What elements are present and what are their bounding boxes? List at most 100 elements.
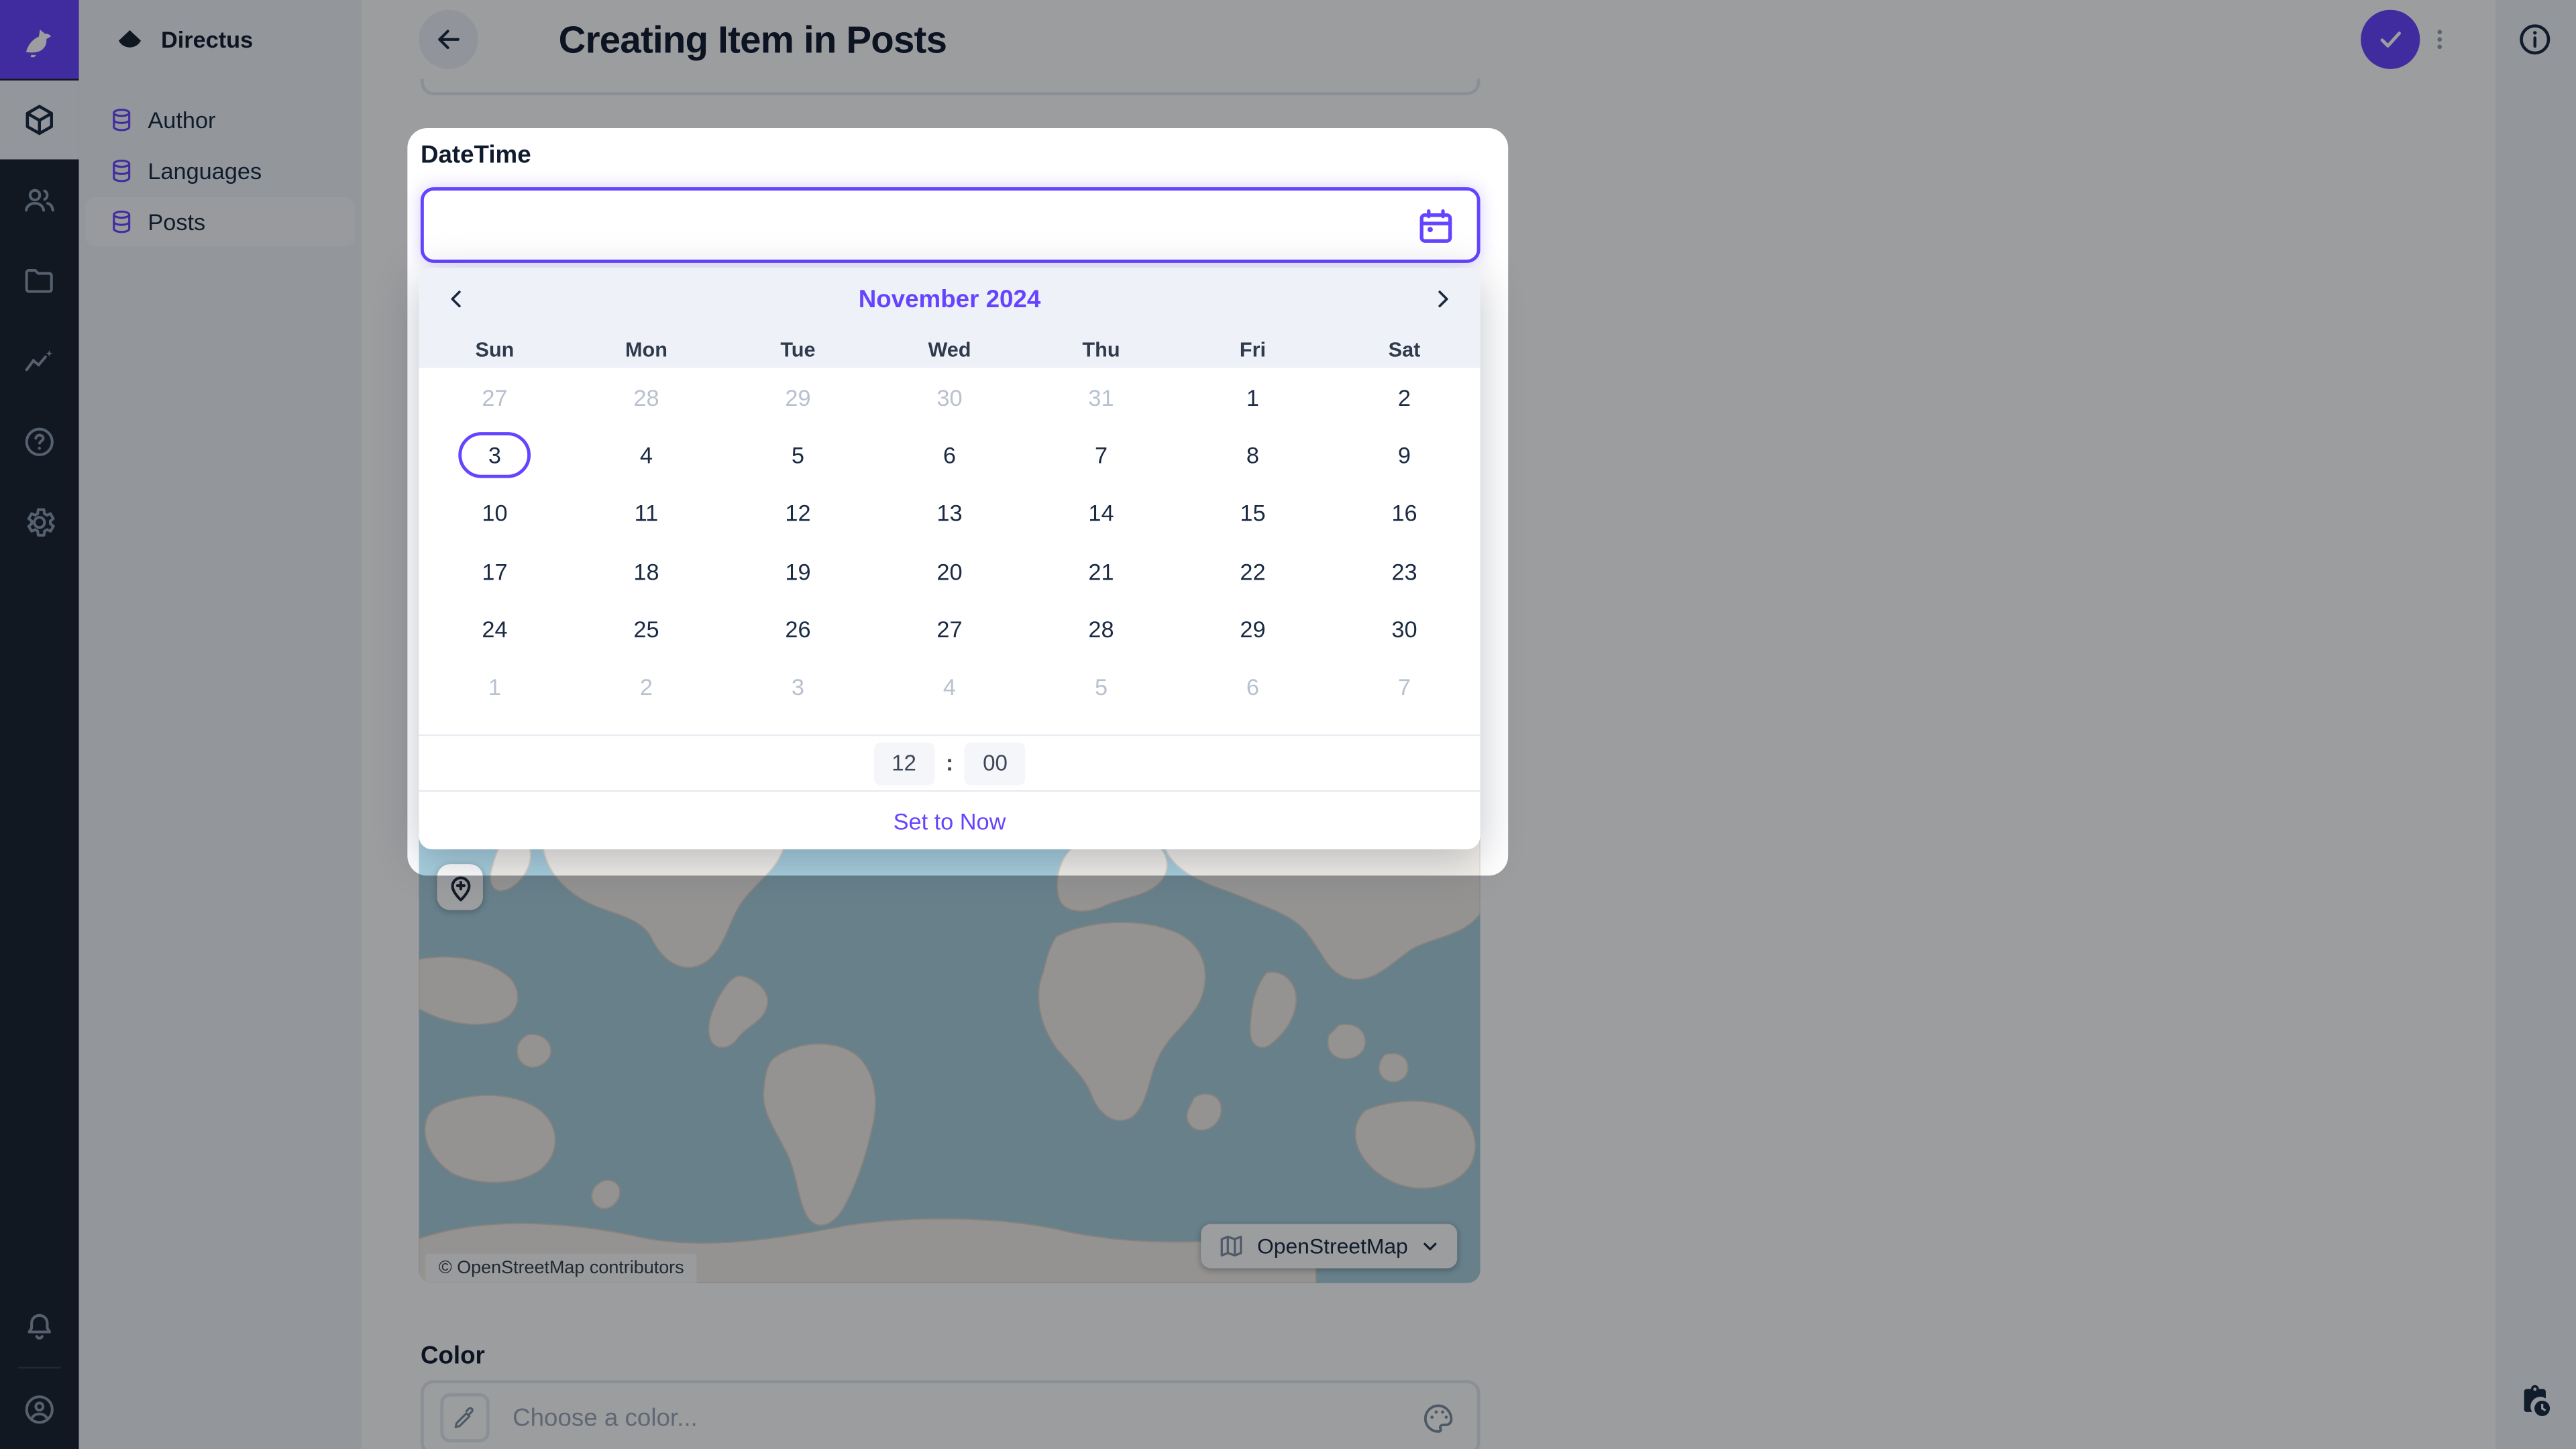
calendar-day[interactable]: 5 [1026,658,1177,716]
calendar-day[interactable]: 29 [722,368,873,427]
calendar-day[interactable]: 19 [722,542,873,600]
calendar-day[interactable]: 13 [873,484,1025,543]
back-button[interactable] [419,10,478,69]
calendar-day[interactable]: 10 [419,484,570,543]
module-bar-divider [18,1367,61,1368]
module-files-button[interactable] [0,241,79,321]
calendar-day[interactable]: 27 [873,600,1025,659]
map-layer-button[interactable]: OpenStreetMap [1201,1224,1458,1268]
module-insights-button[interactable] [0,322,79,401]
weekday-label: Thu [1026,330,1177,368]
calendar-month-title[interactable]: November 2024 [859,285,1041,313]
calendar-day[interactable]: 24 [419,600,570,659]
day-number: 12 [762,490,835,537]
calendar-day[interactable]: 23 [1328,542,1480,600]
check-icon [2374,23,2407,56]
calendar-day[interactable]: 6 [1177,658,1329,716]
calendar-day[interactable]: 2 [570,658,722,716]
calendar-day[interactable]: 22 [1177,542,1329,600]
module-help-button[interactable] [0,402,79,482]
sidebar-item-label: Posts [148,209,205,235]
calendar-day[interactable]: 30 [1328,600,1480,659]
calendar-day[interactable]: 21 [1026,542,1177,600]
module-users-button[interactable] [0,161,79,240]
directus-logo-button[interactable] [0,0,79,79]
set-to-now-button[interactable]: Set to Now [894,808,1006,834]
calendar-day[interactable]: 9 [1328,426,1480,484]
day-number: 6 [1217,664,1289,710]
sidebar-item-label: Author [148,107,215,133]
calendar-day[interactable]: 1 [1177,368,1329,427]
revisions-button[interactable] [2507,1373,2563,1429]
calendar-day[interactable]: 8 [1177,426,1329,484]
module-content-button[interactable] [0,80,79,160]
day-number: 3 [762,664,835,710]
minute-input[interactable] [965,742,1026,785]
eyedropper-button[interactable] [440,1393,489,1442]
day-number: 6 [914,432,986,478]
clipboard-clock-icon [2515,1382,2555,1421]
calendar-day[interactable]: 16 [1328,484,1480,543]
calendar-day[interactable]: 15 [1177,484,1329,543]
calendar-icon[interactable] [1415,205,1458,248]
calendar-day[interactable]: 7 [1328,658,1480,716]
more-options-button[interactable] [2422,10,2458,69]
directus-app: Directus Author Languages Posts Creating I… [0,0,2576,1449]
hour-input[interactable] [873,742,934,785]
calendar-day[interactable]: 7 [1026,426,1177,484]
save-button[interactable] [2361,10,2420,69]
calendar-day[interactable]: 3 [722,658,873,716]
calendar-day[interactable]: 11 [570,484,722,543]
calendar-day[interactable]: 5 [722,426,873,484]
project-name: Directus [161,26,253,52]
calendar-day[interactable]: 6 [873,426,1025,484]
chevron-down-icon [1419,1236,1441,1257]
sidebar-item-posts[interactable]: Posts [85,197,355,246]
day-number: 13 [914,490,986,537]
info-button[interactable] [2515,19,2555,59]
calendar-day[interactable]: 28 [1026,600,1177,659]
calendar-day[interactable]: 28 [570,368,722,427]
calendar-week-row: 24252627282930 [419,600,1480,659]
calendar-day[interactable]: 4 [873,658,1025,716]
datetime-input[interactable] [424,211,1477,239]
calendar-day[interactable]: 25 [570,600,722,659]
day-number: 1 [459,664,531,710]
palette-icon[interactable] [1421,1401,1455,1436]
map-attribution[interactable]: © OpenStreetMap contributors [425,1254,697,1283]
calendar-day[interactable]: 12 [722,484,873,543]
datetime-field [421,187,1481,263]
previous-month-button[interactable] [435,278,478,321]
calendar-day[interactable]: 4 [570,426,722,484]
module-settings-button[interactable] [0,483,79,562]
gear-icon [21,504,58,541]
sidebar-item-languages[interactable]: Languages [85,146,355,195]
collections-nav: Author Languages Posts [79,79,362,247]
calendar-day[interactable]: 27 [419,368,570,427]
folder-icon [21,263,58,299]
calendar-day[interactable]: 30 [873,368,1025,427]
calendar-day[interactable]: 31 [1026,368,1177,427]
page-title: Creating Item in Posts [559,0,947,79]
calendar-day[interactable]: 18 [570,542,722,600]
page-header: Creating Item in Posts [362,0,2496,79]
calendar-day[interactable]: 20 [873,542,1025,600]
chevron-right-icon [1430,286,1456,312]
calendar-day[interactable]: 29 [1177,600,1329,659]
time-separator: : [946,751,953,775]
calendar-day-selected[interactable]: 3 [419,426,570,484]
day-number: 17 [459,548,531,594]
project-header[interactable]: Directus [79,0,362,79]
color-text-input[interactable] [513,1404,1399,1432]
calendar-week-row: 3456789 [419,426,1480,484]
calendar-day[interactable]: 2 [1328,368,1480,427]
sidebar-item-author[interactable]: Author [85,95,355,144]
calendar-day[interactable]: 14 [1026,484,1177,543]
account-button[interactable] [0,1370,79,1449]
add-location-button[interactable] [437,864,483,910]
calendar-day[interactable]: 17 [419,542,570,600]
next-month-button[interactable] [1421,278,1464,321]
notifications-button[interactable] [0,1288,79,1367]
calendar-day[interactable]: 1 [419,658,570,716]
calendar-day[interactable]: 26 [722,600,873,659]
